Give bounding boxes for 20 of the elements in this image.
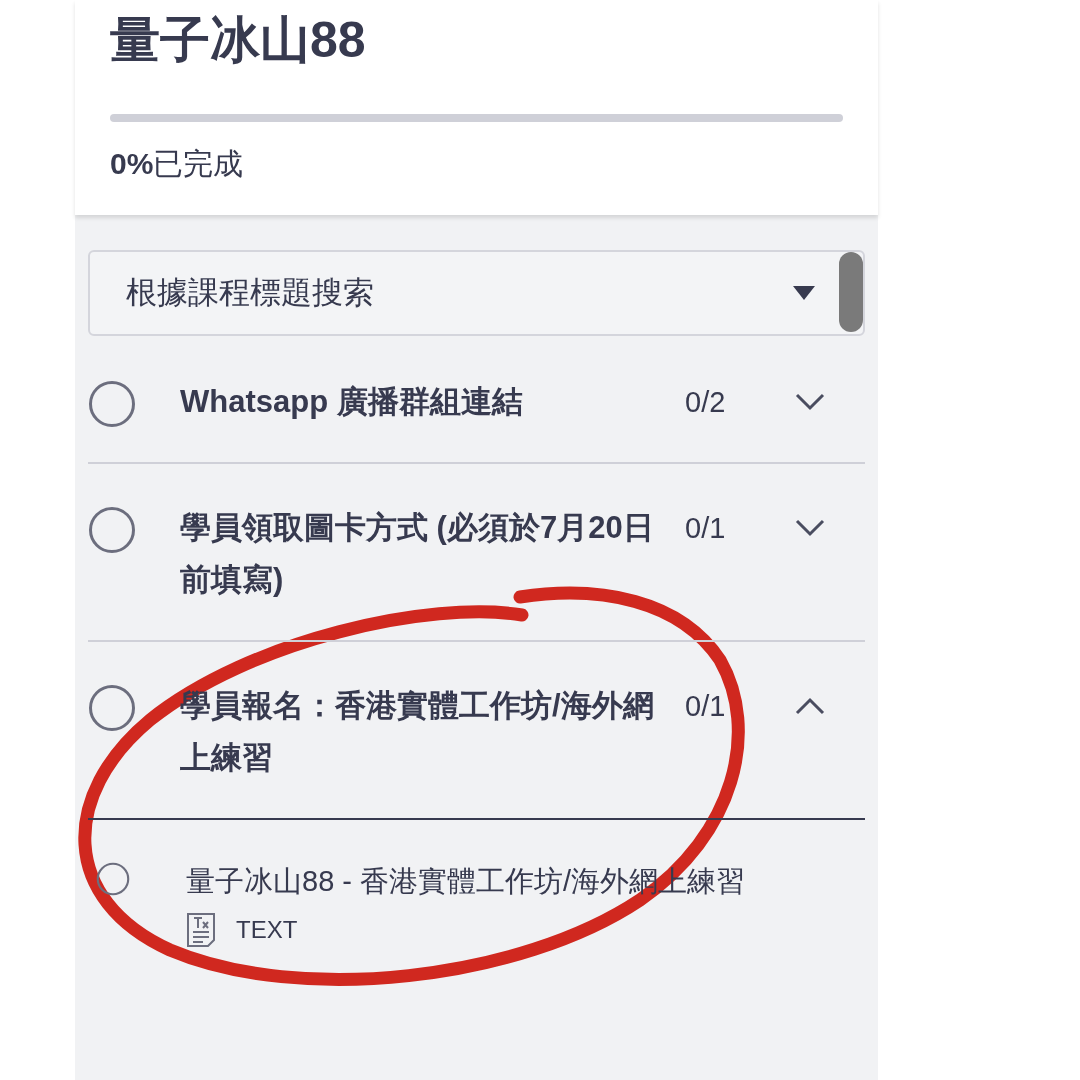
section-title[interactable]: Whatsapp 廣播群組連結 bbox=[180, 376, 655, 428]
status-circle-icon[interactable] bbox=[88, 506, 136, 554]
lesson-circle-icon[interactable] bbox=[96, 862, 130, 896]
progress-label: 0%已完成 bbox=[110, 146, 245, 182]
lesson-type: TEXT bbox=[236, 916, 298, 944]
section-title[interactable]: 學員領取圖卡方式 (必須於7月20日前填寫) bbox=[180, 502, 655, 606]
section-title[interactable]: 學員報名：香港實體工作坊/海外網上練習 bbox=[180, 680, 655, 784]
search-dropdown[interactable]: 根據課程標題搜索 bbox=[88, 250, 865, 336]
text-document-icon bbox=[186, 912, 216, 948]
chevron-up-icon[interactable] bbox=[795, 697, 825, 715]
status-circle-icon[interactable] bbox=[88, 684, 136, 732]
section-count: 0/1 bbox=[685, 689, 727, 724]
scrollbar-thumb[interactable] bbox=[839, 252, 863, 332]
status-circle-icon[interactable] bbox=[88, 380, 136, 428]
course-title: 量子冰山88 bbox=[110, 11, 367, 70]
section-count: 0/2 bbox=[685, 385, 727, 420]
caret-icon bbox=[793, 286, 815, 300]
chevron-down-icon[interactable] bbox=[795, 393, 825, 411]
section-count: 0/1 bbox=[685, 511, 727, 546]
chevron-down-icon[interactable] bbox=[795, 519, 825, 537]
